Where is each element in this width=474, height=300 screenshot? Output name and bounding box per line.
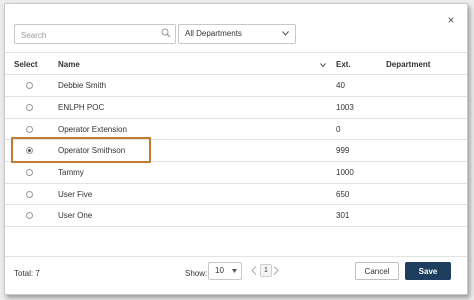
row-radio[interactable] — [26, 104, 33, 111]
previous-page-icon[interactable] — [251, 266, 257, 275]
next-page-icon[interactable] — [273, 266, 279, 275]
current-page-number[interactable]: 1 — [260, 264, 272, 277]
column-header-department[interactable]: Department — [386, 60, 430, 69]
row-ext: 0 — [336, 125, 341, 134]
save-button[interactable]: Save — [405, 262, 451, 280]
table-row[interactable]: Debbie Smith 40 — [5, 75, 467, 96]
row-radio[interactable] — [26, 191, 33, 198]
table-row[interactable]: ENLPH POC 1003 — [5, 97, 467, 118]
department-select[interactable]: All Departments — [178, 24, 296, 44]
chevron-down-icon — [282, 31, 289, 36]
select-user-dialog: × All Departments Select Name Ext. Depar… — [4, 3, 468, 295]
row-name: Tammy — [58, 168, 84, 177]
row-name: User One — [58, 211, 93, 220]
row-radio[interactable] — [26, 126, 33, 133]
page-size-value: 10 — [215, 266, 224, 275]
table-row[interactable]: Tammy 1000 — [5, 162, 467, 183]
row-name: Debbie Smith — [58, 81, 107, 90]
row-radio-selected[interactable] — [26, 147, 33, 154]
row-radio[interactable] — [26, 212, 33, 219]
dialog-footer: Total: 7 Show: 10 1 Cancel Save — [5, 256, 467, 294]
cancel-button[interactable]: Cancel — [355, 262, 399, 280]
table-header: Select Name Ext. Department — [5, 56, 467, 74]
page-size-select[interactable]: 10 — [208, 262, 242, 280]
table-row-selected[interactable]: Operator Smithson 999 — [5, 140, 467, 161]
table-row[interactable]: Operator Extension 0 — [5, 119, 467, 140]
row-radio[interactable] — [26, 82, 33, 89]
show-label: Show: — [185, 269, 208, 278]
close-icon[interactable]: × — [445, 14, 457, 26]
row-name: User Five — [58, 190, 93, 199]
row-radio[interactable] — [26, 169, 33, 176]
caret-down-icon — [232, 269, 237, 273]
column-header-name[interactable]: Name — [58, 60, 80, 69]
row-name: Operator Extension — [58, 125, 127, 134]
row-ext: 999 — [336, 146, 350, 155]
row-name: ENLPH POC — [58, 103, 105, 112]
column-header-ext[interactable]: Ext. — [336, 60, 351, 69]
row-ext: 650 — [336, 190, 350, 199]
row-ext: 1003 — [336, 103, 354, 112]
search-input[interactable] — [15, 27, 151, 44]
row-ext: 1000 — [336, 168, 354, 177]
department-select-value: All Departments — [185, 29, 242, 38]
total-count: Total: 7 — [14, 269, 40, 278]
search-icon[interactable] — [161, 28, 171, 38]
sort-chevron-icon[interactable] — [320, 63, 326, 67]
divider — [5, 226, 467, 227]
row-ext: 301 — [336, 211, 350, 220]
row-ext: 40 — [336, 81, 345, 90]
row-name: Operator Smithson — [58, 146, 126, 155]
table-row[interactable]: User One 301 — [5, 205, 467, 226]
table-row[interactable]: User Five 650 — [5, 184, 467, 205]
divider — [5, 52, 467, 53]
search-field[interactable] — [14, 24, 176, 44]
column-header-select: Select — [14, 60, 38, 69]
